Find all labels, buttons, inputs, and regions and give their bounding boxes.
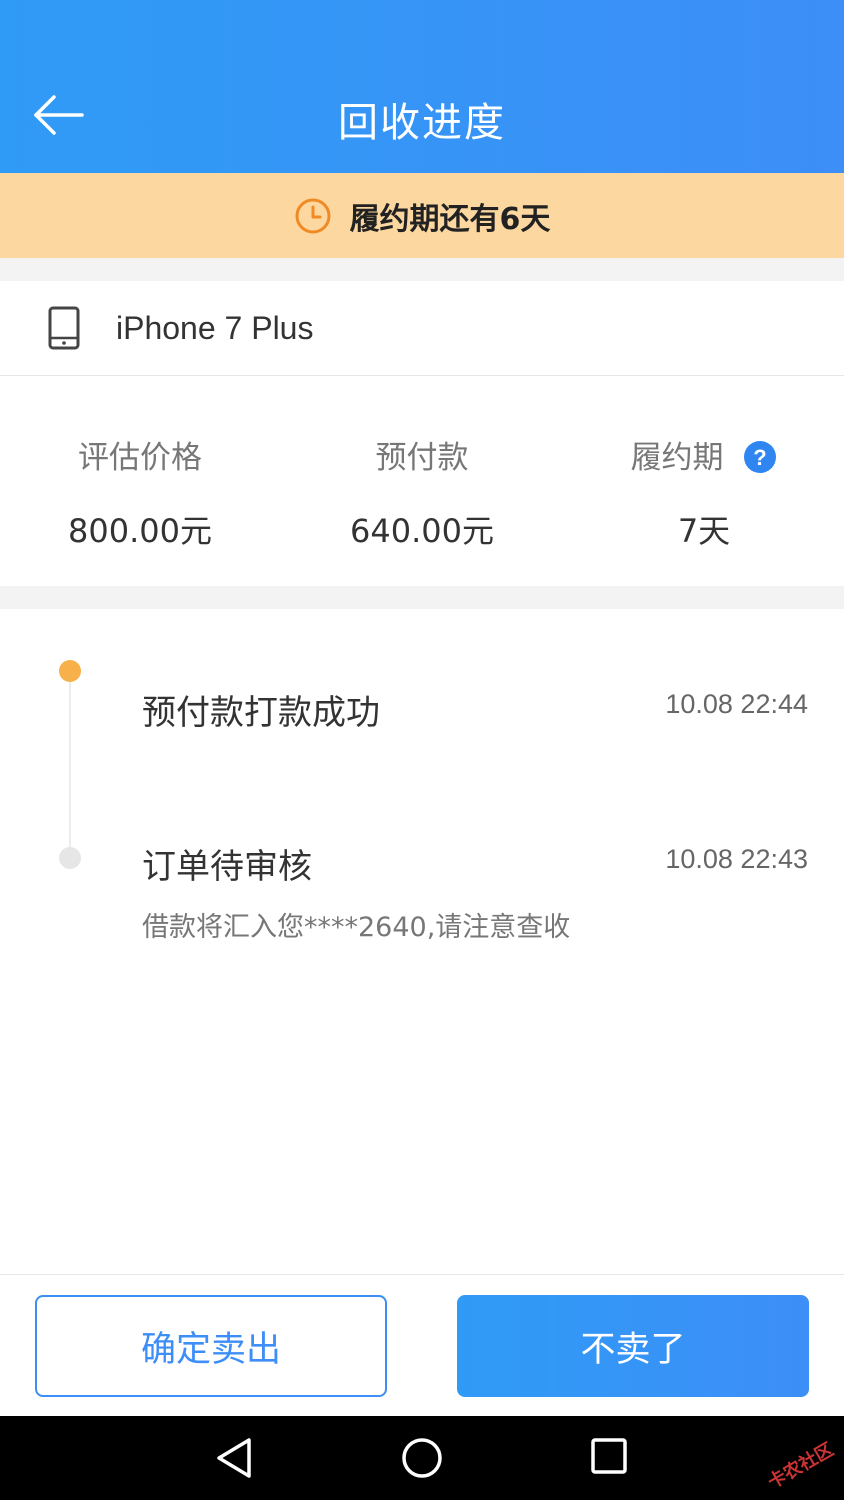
svg-text:?: ? — [754, 445, 767, 470]
system-nav-bar: 卡农社区 — [0, 1416, 844, 1500]
confirm-sell-button[interactable]: 确定卖出 — [35, 1295, 387, 1397]
device-name: iPhone 7 Plus — [116, 309, 314, 346]
device-row: iPhone 7 Plus — [0, 281, 844, 376]
timeline-title: 预付款打款成功 — [142, 693, 380, 733]
stat-label-row: 履约期 ? — [564, 432, 844, 477]
price-summary: 评估价格 800.00元 预付款 640.00元 履约期 ? 7天 — [0, 376, 844, 586]
section-divider — [0, 586, 844, 609]
header-bar: 回收进度 — [0, 0, 844, 173]
stat-value: 800.00元 — [68, 512, 212, 550]
timeline-connector — [69, 681, 71, 857]
back-icon[interactable] — [213, 1436, 257, 1480]
progress-timeline: 预付款打款成功 10.08 22:44 订单待审核 10.08 22:43 借款… — [0, 609, 844, 1274]
timeline-time: 10.08 22:44 — [665, 689, 808, 719]
recent-apps-icon[interactable] — [589, 1436, 629, 1476]
timeline-dot-active — [59, 660, 81, 682]
timeline-title: 订单待审核 — [142, 847, 312, 887]
phone-icon — [48, 306, 80, 350]
help-icon[interactable]: ? — [743, 440, 777, 474]
timeline-note: 借款将汇入您****2640,请注意查收 — [142, 912, 571, 943]
deadline-notice: 履约期还有6天 — [0, 173, 844, 258]
timeline-dot-inactive — [59, 847, 81, 869]
stat-value: 7天 — [677, 512, 731, 550]
cancel-sell-button[interactable]: 不卖了 — [457, 1295, 809, 1397]
stat-label: 预付款 — [375, 440, 469, 476]
stat-label: 评估价格 — [78, 440, 202, 476]
action-bar: 确定卖出 不卖了 — [0, 1274, 844, 1416]
clock-icon — [295, 198, 331, 233]
stat-value: 640.00元 — [350, 512, 494, 550]
home-icon[interactable] — [400, 1436, 444, 1480]
notice-text: 履约期还有6天 — [349, 201, 551, 237]
watermark: 卡农社区 — [764, 1439, 838, 1494]
page-title: 回收进度 — [338, 100, 506, 146]
section-divider — [0, 258, 844, 281]
stat-label: 履约期 — [630, 440, 724, 476]
timeline-time: 10.08 22:43 — [665, 844, 808, 874]
